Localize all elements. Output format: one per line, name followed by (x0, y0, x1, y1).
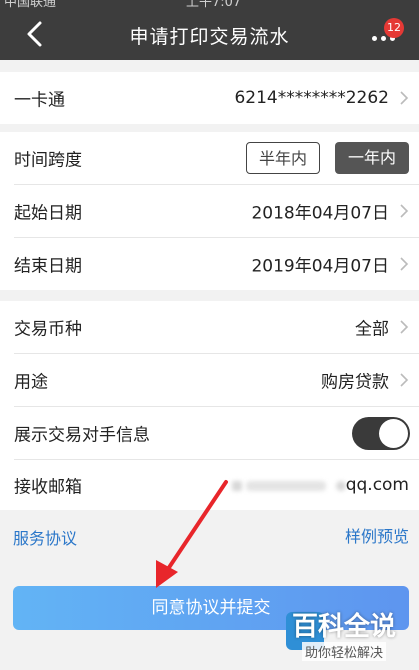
watermark: 百科全说 助你轻松解决 (286, 606, 414, 666)
masked-email-blur (246, 481, 326, 491)
chevron-right-icon (400, 373, 409, 387)
account-row[interactable]: 一卡通 6214********2262 (0, 72, 419, 124)
counterparty-label: 展示交易对手信息 (14, 425, 150, 446)
watermark-subtitle: 助你轻松解决 (302, 642, 387, 661)
end-date-value: 2019年04月07日 (251, 256, 389, 277)
email-row[interactable]: 接收邮箱 qq.com (0, 459, 419, 511)
half-year-option[interactable]: 半年内 (246, 142, 320, 174)
service-agreement-link[interactable]: 服务协议 (13, 525, 77, 549)
watermark-title: 百科全说 (292, 612, 397, 642)
notification-badge: 12 (384, 18, 404, 38)
status-bar: 中国联通 上午7:07 (0, 0, 419, 8)
carrier-label: 中国联通 (4, 0, 57, 8)
currency-value: 全部 (355, 319, 389, 340)
currency-row[interactable]: 交易币种 全部 (0, 301, 419, 353)
account-label: 一卡通 (14, 90, 65, 111)
chevron-right-icon (400, 91, 409, 105)
toggle-knob (379, 419, 408, 448)
masked-email-blur (232, 481, 242, 491)
time-section: 时间跨度 半年内 一年内 起始日期 2018年04月07日 结束日期 2019年… (0, 132, 419, 290)
currency-label: 交易币种 (14, 319, 82, 340)
chevron-right-icon (400, 320, 409, 334)
start-date-value: 2018年04月07日 (251, 203, 389, 224)
account-section: 一卡通 6214********2262 (0, 72, 419, 124)
sample-preview-link[interactable]: 样例预览 (345, 523, 409, 547)
nav-bar: 申请打印交易流水 12 (0, 8, 419, 60)
counterparty-toggle[interactable] (352, 417, 410, 450)
end-date-label: 结束日期 (14, 256, 82, 277)
page-title: 申请打印交易流水 (129, 26, 290, 48)
time-range-label: 时间跨度 (14, 150, 82, 171)
purpose-label: 用途 (14, 372, 48, 393)
masked-email-blur (336, 481, 346, 491)
purpose-row[interactable]: 用途 购房贷款 (0, 354, 419, 406)
end-date-row[interactable]: 结束日期 2019年04月07日 (0, 238, 419, 290)
account-number: 6214********2262 (234, 88, 389, 108)
clock: 上午7:07 (186, 0, 242, 8)
one-year-option[interactable]: 一年内 (335, 142, 409, 174)
time-range-row: 时间跨度 半年内 一年内 (0, 132, 419, 184)
chevron-right-icon (400, 204, 409, 218)
details-section: 交易币种 全部 用途 购房贷款 展示交易对手信息 接收邮箱 qq.com (0, 301, 419, 510)
email-label: 接收邮箱 (14, 477, 82, 498)
email-domain: qq.com (345, 475, 409, 495)
start-date-row[interactable]: 起始日期 2018年04月07日 (0, 185, 419, 237)
start-date-label: 起始日期 (14, 203, 82, 224)
counterparty-row: 展示交易对手信息 (0, 407, 419, 459)
chevron-right-icon (400, 257, 409, 271)
purpose-value: 购房贷款 (321, 372, 389, 393)
